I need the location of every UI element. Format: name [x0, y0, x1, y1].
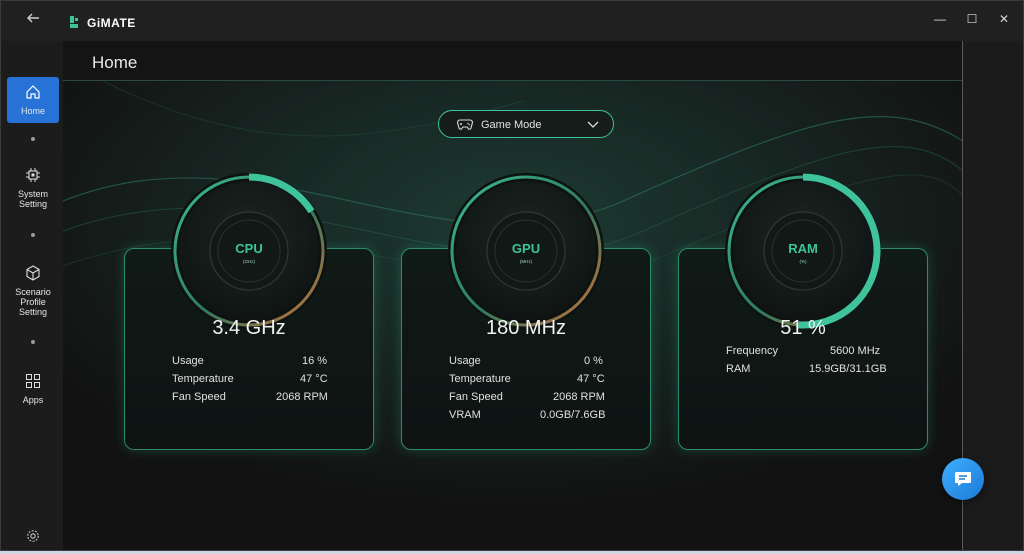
- app-window: GiMATE — ☐ ✕ Home System Setting Scenari…: [0, 0, 1024, 551]
- gimate-logo-icon: [70, 16, 78, 28]
- gpu-usage-value: 0 %: [584, 355, 603, 367]
- minimize-button[interactable]: —: [923, 9, 957, 29]
- gauge-unit: (MHz): [520, 259, 533, 264]
- gauge-label: RAM: [788, 241, 818, 256]
- cpu-temperature-label: Temperature: [172, 373, 234, 385]
- home-icon: [26, 85, 40, 99]
- mode-select-value: Game Mode: [481, 119, 542, 131]
- cpu-usage-value: 16 %: [302, 355, 328, 367]
- page-title: Home: [92, 53, 138, 72]
- sidebar-item-system-setting[interactable]: System Setting: [7, 167, 59, 209]
- gpu-usage-label: Usage: [449, 355, 481, 367]
- close-button[interactable]: ✕: [987, 9, 1021, 29]
- mode-select[interactable]: Game Mode: [438, 110, 614, 138]
- cpu-usage-label: Usage: [172, 355, 204, 367]
- separator-dot: [31, 340, 35, 344]
- ram-frequency-label: Frequency: [726, 345, 778, 357]
- sidebar-item-label: Apps: [22, 395, 44, 405]
- gpu-fan-speed-label: Fan Speed: [449, 391, 503, 403]
- maximize-button[interactable]: ☐: [955, 9, 989, 29]
- gpu-gauge: GPU (MHz): [448, 173, 604, 329]
- chat-bubble-icon: [955, 472, 971, 486]
- sidebar-item-apps[interactable]: Apps: [7, 373, 59, 405]
- sidebar: Home System Setting Scenario Profile Set…: [1, 41, 63, 550]
- gpu-vram-label: VRAM: [449, 409, 481, 421]
- sidebar-item-label: System Setting: [17, 189, 48, 209]
- page-header: Home: [63, 41, 963, 81]
- gauge-unit: (GHz): [243, 259, 255, 264]
- cpu-temperature-value: 47 °C: [300, 373, 328, 385]
- gauge-label: GPU: [512, 241, 540, 256]
- gpu-vram-value: 0.0GB/7.6GB: [540, 409, 606, 421]
- title-bar: GiMATE — ☐ ✕: [1, 1, 1023, 41]
- cpu-fan-speed-value: 2068 RPM: [276, 391, 328, 403]
- gpu-fan-speed-value: 2068 RPM: [553, 391, 605, 403]
- arrow-left-icon: [27, 13, 39, 23]
- settings-button[interactable]: [7, 529, 59, 549]
- gear-icon: [27, 530, 39, 542]
- sidebar-item-scenario-profile[interactable]: Scenario Profile Setting: [7, 265, 59, 317]
- chip-icon: [26, 168, 40, 182]
- feedback-chat-button[interactable]: [942, 458, 984, 500]
- separator-dot: [31, 137, 35, 141]
- gauge-unit: (%): [800, 259, 807, 264]
- app-name: GiMATE: [87, 16, 136, 30]
- cpu-value: 3.4 GHz: [212, 317, 286, 339]
- apps-grid-icon: [26, 374, 40, 388]
- separator-dot: [31, 233, 35, 237]
- gpu-value: 180 MHz: [485, 317, 567, 339]
- sidebar-item-label: Scenario Profile Setting: [15, 287, 51, 317]
- gpu-temperature-value: 47 °C: [577, 373, 605, 385]
- chevron-down-icon: [587, 121, 599, 128]
- back-button[interactable]: [23, 11, 43, 31]
- cpu-gauge: CPU (GHz): [171, 173, 327, 329]
- sidebar-item-home[interactable]: Home: [7, 77, 59, 123]
- ram-usage-value: 15.9GB/31.1GB: [809, 363, 887, 375]
- gpu-temperature-label: Temperature: [449, 373, 511, 385]
- cube-icon: [26, 265, 40, 281]
- gamepad-icon: [457, 119, 473, 130]
- ram-usage-label: RAM: [726, 363, 751, 375]
- cpu-fan-speed-label: Fan Speed: [172, 391, 226, 403]
- ram-frequency-value: 5600 MHz: [830, 345, 881, 357]
- ram-gauge: RAM (%): [725, 173, 881, 329]
- ram-value: 51 %: [780, 317, 826, 339]
- main-content: Home Game Mode CPU (GHz) 3.4 GHz Usage 16…: [63, 41, 963, 550]
- sidebar-item-label: Home: [20, 106, 45, 116]
- gauge-label: CPU: [235, 241, 262, 256]
